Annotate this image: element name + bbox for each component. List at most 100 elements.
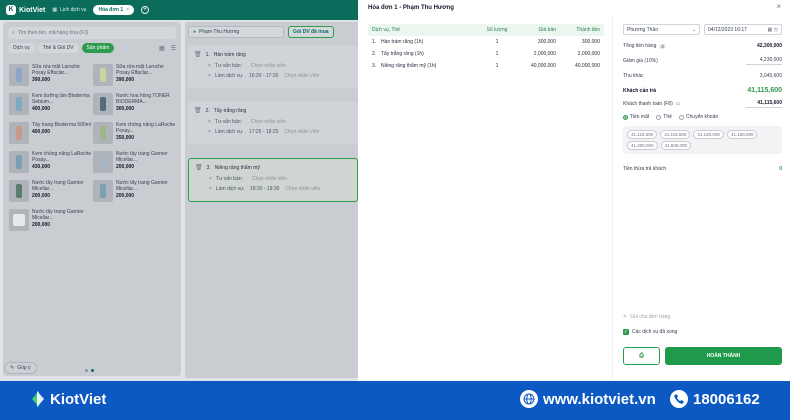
footer-phone[interactable]: 18006162: [670, 390, 760, 408]
service-index: 1.: [205, 51, 210, 58]
trash-icon[interactable]: 🗑: [195, 164, 203, 171]
feedback-button[interactable]: ✎ Góp ý: [4, 362, 37, 374]
order-note-input[interactable]: ✎ Ghi chú đơn hàng: [623, 314, 670, 320]
calendar-icon: ▦: [52, 7, 58, 13]
customer-paid-input[interactable]: 41,115,600: [746, 100, 782, 108]
product-item[interactable]: Nước tẩy trang Garnier Micellar... 200,00…: [93, 180, 177, 205]
quick-amount-chip[interactable]: 41,150,000: [726, 130, 758, 139]
promo-footer: KiotViet www.kiotviet.vn 18006162: [0, 381, 790, 420]
print-button[interactable]: ⎙: [623, 347, 660, 365]
product-price: 200,000: [116, 164, 135, 170]
product-item[interactable]: Kem chống nắng LaRoche Posay... 350,000: [93, 122, 177, 147]
quick-amount-chip[interactable]: 41,120,000: [693, 130, 724, 139]
product-item[interactable]: Kem dưỡng ẩm Bioderma Sebium... 400,000: [9, 93, 93, 118]
service-time[interactable]: 16:20 - 17:20: [249, 73, 278, 79]
service-time[interactable]: 17:25 - 18:25: [249, 129, 278, 135]
table-row[interactable]: 1. Hàn trám răng (1h) 1 300,000 300,000: [368, 36, 604, 48]
row-price: 300,000: [537, 39, 556, 45]
row-total: 40,000,000: [574, 63, 600, 69]
doer-select[interactable]: Chọn nhân viên: [285, 186, 320, 192]
radio-card[interactable]: Thẻ: [656, 114, 672, 120]
table-row[interactable]: 3. Niềng răng thẩm mỹ (1h) 1 40,000,000 4…: [368, 60, 604, 72]
staff-select[interactable]: Phương Thảo ⌄: [623, 24, 700, 35]
quick-amount-chip[interactable]: 41,115,600: [627, 130, 658, 139]
quick-amount-chip[interactable]: 41,200,000: [627, 141, 658, 150]
page-dot[interactable]: [85, 369, 88, 372]
payment-method-group: Tiền mặt Thẻ Chuyển khoản: [623, 114, 782, 120]
service-card-selected[interactable]: 🗑 3. Niềng răng thẩm mỹ × Tư vấn bán: Chọn n…: [188, 158, 358, 202]
row-total: 2,000,000: [577, 51, 600, 57]
other-fee-label: Thu khác: [623, 73, 644, 79]
grid-view-icon[interactable]: ▦: [159, 45, 165, 52]
product-search-input[interactable]: ⌕ Tìm theo tên, mã hàng hóa (F3): [8, 27, 176, 39]
service-card[interactable]: 🗑 1. Hàn trám răng × Tư vấn bán: Chọn nhân v…: [188, 46, 358, 88]
service-schedule-label: Lịch dịch vụ: [60, 7, 87, 13]
card-icon[interactable]: ▭: [676, 101, 681, 107]
product-item[interactable]: Nước hoa hồng TONER BIODERMA... 300,000: [93, 93, 177, 118]
row-total: 300,000: [581, 39, 600, 45]
other-fee-value[interactable]: 3,045,600: [760, 73, 782, 79]
table-row[interactable]: 2. Tẩy trắng răng (1h) 1 2,000,000 2,000,…: [368, 48, 604, 60]
consultant-select[interactable]: Chọn nhân viên: [252, 176, 287, 182]
consultant-label: Tư vấn bán:: [214, 119, 242, 125]
filter-icon[interactable]: ☰: [171, 45, 176, 52]
product-name: Nước tẩy trang Garnier Micellar...: [116, 151, 168, 163]
staff-date-row: Phương Thảo ⌄ 04/12/2023 16:17 ▦ ◷: [623, 24, 782, 35]
close-icon[interactable]: ×: [776, 2, 781, 11]
product-item[interactable]: Sữa rửa mặt Laroche Posay Effaclar... 390…: [9, 64, 93, 89]
doer-select[interactable]: Chọn nhân viên: [284, 73, 319, 79]
product-price: 390,000: [116, 77, 135, 83]
product-item[interactable]: Nước tẩy trang Garnier Micellar... 200,00…: [9, 209, 93, 234]
table-header: Dịch vụ, Thẻ Số lượng Giá bán Thành tiền: [368, 24, 604, 36]
remove-icon[interactable]: ×: [208, 119, 211, 125]
complete-button[interactable]: HOÀN THÀNH: [665, 347, 782, 365]
quick-amount-chip[interactable]: 41,500,000: [660, 141, 692, 150]
service-time[interactable]: 18:30 - 19:30: [250, 186, 279, 192]
discount-input[interactable]: 4,230,000: [746, 57, 782, 65]
purchased-packages-button[interactable]: Gói DV đã mua: [288, 26, 334, 38]
product-image: [9, 180, 29, 202]
radio-cash[interactable]: Tiền mặt: [623, 114, 649, 120]
amount-due-value: 41,115,600: [747, 87, 782, 94]
doer-select[interactable]: Chọn nhân viên: [284, 129, 319, 135]
remove-icon[interactable]: ×: [208, 129, 211, 135]
product-price: 400,000: [32, 106, 51, 112]
product-name: Nước hoa hồng TONER BIODERMA...: [116, 93, 170, 105]
product-item[interactable]: Sữa rửa mặt Laroche Posay Effaclar... 390…: [93, 64, 177, 89]
tab-invoice-label: Hóa đơn 1: [98, 7, 124, 13]
quick-amount-chip[interactable]: 41,116,000: [660, 130, 691, 139]
page-dot-active[interactable]: [91, 369, 94, 372]
tab-invoice-1[interactable]: Hóa đơn 1 ×: [93, 5, 135, 15]
remove-icon[interactable]: ×: [208, 73, 211, 79]
discount-label: Giảm giá (10%): [623, 58, 658, 64]
product-item[interactable]: Tẩy trang Bioderma 500ml 400,000: [9, 122, 93, 147]
user-icon: ●: [193, 29, 197, 35]
trash-icon[interactable]: 🗑: [194, 51, 202, 58]
close-tab-icon[interactable]: ×: [126, 7, 129, 13]
consultant-select[interactable]: Chọn nhân viên: [251, 63, 286, 69]
filter-products[interactable]: Sản phẩm: [81, 43, 115, 53]
add-tab-icon[interactable]: +: [141, 6, 150, 14]
filter-services[interactable]: Dịch vụ: [8, 43, 35, 53]
consultant-select[interactable]: Chọn nhân viên: [251, 119, 286, 125]
footer-website[interactable]: www.kiotviet.vn: [520, 390, 656, 408]
date-picker[interactable]: 04/12/2023 16:17 ▦ ◷: [704, 24, 782, 35]
trash-icon[interactable]: 🗑: [194, 107, 202, 114]
radio-dot: [656, 114, 662, 120]
remove-icon[interactable]: ×: [209, 176, 212, 182]
pagination-dots[interactable]: [85, 369, 94, 372]
customer-selector[interactable]: ● Phạm Thu Hương: [188, 26, 284, 38]
filter-cards-packages[interactable]: Thẻ & Gói DV: [37, 43, 79, 53]
remove-icon[interactable]: ×: [208, 63, 211, 69]
radio-transfer[interactable]: Chuyển khoản: [678, 114, 718, 120]
product-item[interactable]: Nước tẩy trang Garnier Micellar... 200,00…: [93, 151, 177, 176]
product-item[interactable]: Kem chống nắng LaRoche Posay... 430,000: [9, 151, 93, 176]
service-schedule-link[interactable]: ▦ Lịch dịch vụ: [52, 7, 86, 13]
services-done-checkbox[interactable]: ✓ Các dịch vụ đã xong: [623, 329, 677, 335]
product-item[interactable]: Nước tẩy trang Garnier Micellar... 200,00…: [9, 180, 93, 205]
customer-row: ● Phạm Thu Hương Gói DV đã mua: [188, 26, 358, 38]
service-card[interactable]: 🗑 2. Tẩy trắng răng × Tư vấn bán: Chọn nhân …: [188, 102, 358, 144]
remove-icon[interactable]: ×: [209, 186, 212, 192]
services-done-label: Các dịch vụ đã xong: [632, 329, 678, 335]
other-fee-row: Thu khác 3,045,600: [623, 73, 782, 79]
